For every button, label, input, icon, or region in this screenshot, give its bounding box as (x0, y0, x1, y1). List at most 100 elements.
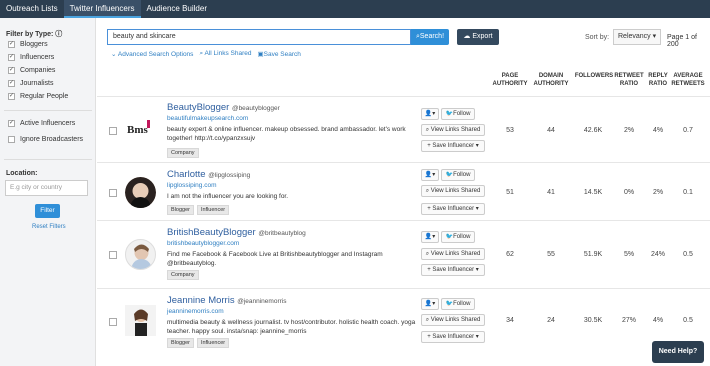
view-links-button[interactable]: ⌕ View Links Shared (421, 124, 485, 136)
checkbox-checked-icon[interactable]: ✓ (8, 93, 15, 100)
follow-button[interactable]: 🐦Follow (441, 169, 475, 181)
export-button[interactable]: ☁ Export (457, 29, 499, 45)
caret-down-icon: ▾ (474, 143, 479, 149)
bio: I am not the influencer you are looking … (167, 193, 289, 200)
col-reply-ratio[interactable]: REPLY RATIO (645, 72, 671, 88)
save-search-link[interactable]: ▣Save Search (258, 50, 301, 58)
domain-authority-value: 24 (547, 317, 555, 324)
advanced-search-link[interactable]: ⌄ Advanced Search Options (111, 50, 193, 58)
checkbox-checked-icon[interactable]: ✓ (8, 80, 15, 87)
top-nav: Outreach Lists Twitter Influencers Audie… (0, 0, 710, 18)
followers-value: 14.5K (583, 189, 603, 196)
add-user-button[interactable]: 👤▾ (421, 298, 439, 310)
tag: Company (167, 270, 199, 280)
influencer-name[interactable]: BeautyBlogger @beautyblogger (167, 102, 280, 113)
twitter-icon: 🐦 (445, 172, 454, 178)
filter-ignore-broadcasters[interactable]: Ignore Broadcasters (8, 136, 88, 143)
location-input[interactable]: E.g city or country (5, 180, 88, 196)
website-link[interactable]: beautifulmakeupsearch.com (167, 115, 248, 122)
avg-retweets-value: 0.1 (683, 189, 693, 196)
view-links-button[interactable]: ⌕ View Links Shared (421, 314, 485, 326)
profile-photo-icon (125, 305, 156, 336)
filter-title: Filter by Type: ⓘ (6, 31, 63, 38)
search-icon: ⌕ (199, 50, 204, 57)
svg-text:Bms: Bms (127, 124, 149, 136)
twitter-handle: @britbeautyblog (258, 230, 306, 237)
filter-companies[interactable]: ✓ Companies (8, 67, 55, 74)
location-label: Location: (6, 170, 38, 177)
tag: Influencer (196, 338, 230, 348)
tag-list: Blogger Influencer (167, 338, 230, 348)
need-help-button[interactable]: Need Help? (652, 341, 704, 363)
influencer-name[interactable]: BritishBeautyBlogger @britbeautyblog (167, 227, 306, 238)
avatar: Bms (125, 114, 156, 145)
filter-regular-people[interactable]: ✓ Regular People (8, 93, 68, 100)
filter-sidebar: Filter by Type: ⓘ ✓ Bloggers ✓ Influencers… (0, 18, 96, 366)
influencer-name[interactable]: Charlotte @lipglossiping (167, 169, 250, 180)
search-button[interactable]: ⌕Search! (411, 29, 449, 45)
filter-active-influencers[interactable]: ✓ Active Influencers (8, 120, 75, 127)
page-authority-value: 34 (506, 317, 514, 324)
checkbox-checked-icon[interactable]: ✓ (8, 54, 15, 61)
col-followers[interactable]: FOLLOWERS (574, 72, 614, 80)
save-influencer-button[interactable]: + Save Influencer ▾ (421, 331, 485, 343)
col-page-authority[interactable]: PAGE AUTHORITY (490, 72, 530, 88)
col-average-retweets[interactable]: AVERAGE RETWEETS (671, 72, 705, 88)
caret-down-icon: ▾ (474, 334, 479, 340)
follow-button[interactable]: 🐦Follow (441, 298, 475, 310)
add-user-button[interactable]: 👤▾ (421, 108, 439, 120)
save-influencer-button[interactable]: + Save Influencer ▾ (421, 140, 485, 152)
sort-label: Sort by: (585, 34, 610, 41)
checkbox-checked-icon[interactable]: ✓ (8, 41, 15, 48)
tag: Company (167, 148, 199, 158)
view-links-button[interactable]: ⌕ View Links Shared (421, 185, 485, 197)
filter-button[interactable]: Filter (35, 204, 60, 218)
row-checkbox[interactable] (109, 189, 117, 197)
follow-button[interactable]: 🐦Follow (441, 231, 475, 243)
row-checkbox[interactable] (109, 127, 117, 135)
website-link[interactable]: lipglossiping.com (167, 182, 217, 189)
followers-value: 42.6K (583, 127, 603, 134)
tab-outreach-lists[interactable]: Outreach Lists (0, 0, 64, 18)
twitter-icon: 🐦 (445, 234, 454, 240)
tab-twitter-influencers[interactable]: Twitter Influencers (63, 0, 141, 18)
twitter-icon: 🐦 (445, 301, 454, 307)
add-user-button[interactable]: 👤▾ (421, 231, 439, 243)
col-retweet-ratio[interactable]: RETWEET RATIO (613, 72, 645, 88)
avg-retweets-value: 0.5 (683, 317, 693, 324)
sort-select[interactable]: Relevancy ▾ (613, 29, 661, 45)
add-user-button[interactable]: 👤▾ (421, 169, 439, 181)
followers-value: 51.9K (583, 251, 603, 258)
tag: Blogger (167, 205, 194, 215)
all-links-shared-link[interactable]: ⌕ All Links Shared (199, 50, 251, 58)
follow-button[interactable]: 🐦Follow (441, 108, 475, 120)
reset-filters-link[interactable]: Reset Filters (32, 224, 66, 230)
filter-influencers[interactable]: ✓ Influencers (8, 54, 54, 61)
checkbox-checked-icon[interactable]: ✓ (8, 120, 15, 127)
twitter-handle: @beautyblogger (231, 105, 280, 112)
row-checkbox[interactable] (109, 251, 117, 259)
view-links-button[interactable]: ⌕ View Links Shared (421, 248, 485, 260)
row-checkbox[interactable] (109, 318, 117, 326)
influencer-name[interactable]: Jeannine Morris @jeanninemorris (167, 295, 286, 306)
filter-journalists[interactable]: ✓ Journalists (8, 80, 53, 87)
save-influencer-button[interactable]: + Save Influencer ▾ (421, 264, 485, 276)
bio: Find me Facebook & Facebook Live at Brit… (167, 251, 383, 267)
avatar (125, 177, 156, 208)
save-influencer-button[interactable]: + Save Influencer ▾ (421, 203, 485, 215)
domain-authority-value: 55 (547, 251, 555, 258)
checkbox-unchecked-icon[interactable] (8, 136, 15, 143)
checkbox-checked-icon[interactable]: ✓ (8, 67, 15, 74)
col-domain-authority[interactable]: DOMAIN AUTHORITY (530, 72, 572, 88)
website-link[interactable]: jeanninemorris.com (167, 308, 224, 315)
search-input[interactable]: beauty and skincare (107, 29, 411, 45)
filter-bloggers[interactable]: ✓ Bloggers (8, 41, 48, 48)
tab-audience-builder[interactable]: Audience Builder (141, 0, 213, 18)
avg-retweets-value: 0.7 (683, 127, 693, 134)
search-sublinks: ⌄ Advanced Search Options ⌕ All Links Sh… (111, 50, 301, 58)
page-info: Page 1 of 200 (667, 34, 697, 48)
website-link[interactable]: britishbeautyblogger.com (167, 240, 239, 247)
caret-down-icon: ▾ (474, 206, 479, 212)
tag: Influencer (196, 205, 230, 215)
bio: beauty expert & online influencer. makeu… (167, 126, 406, 142)
